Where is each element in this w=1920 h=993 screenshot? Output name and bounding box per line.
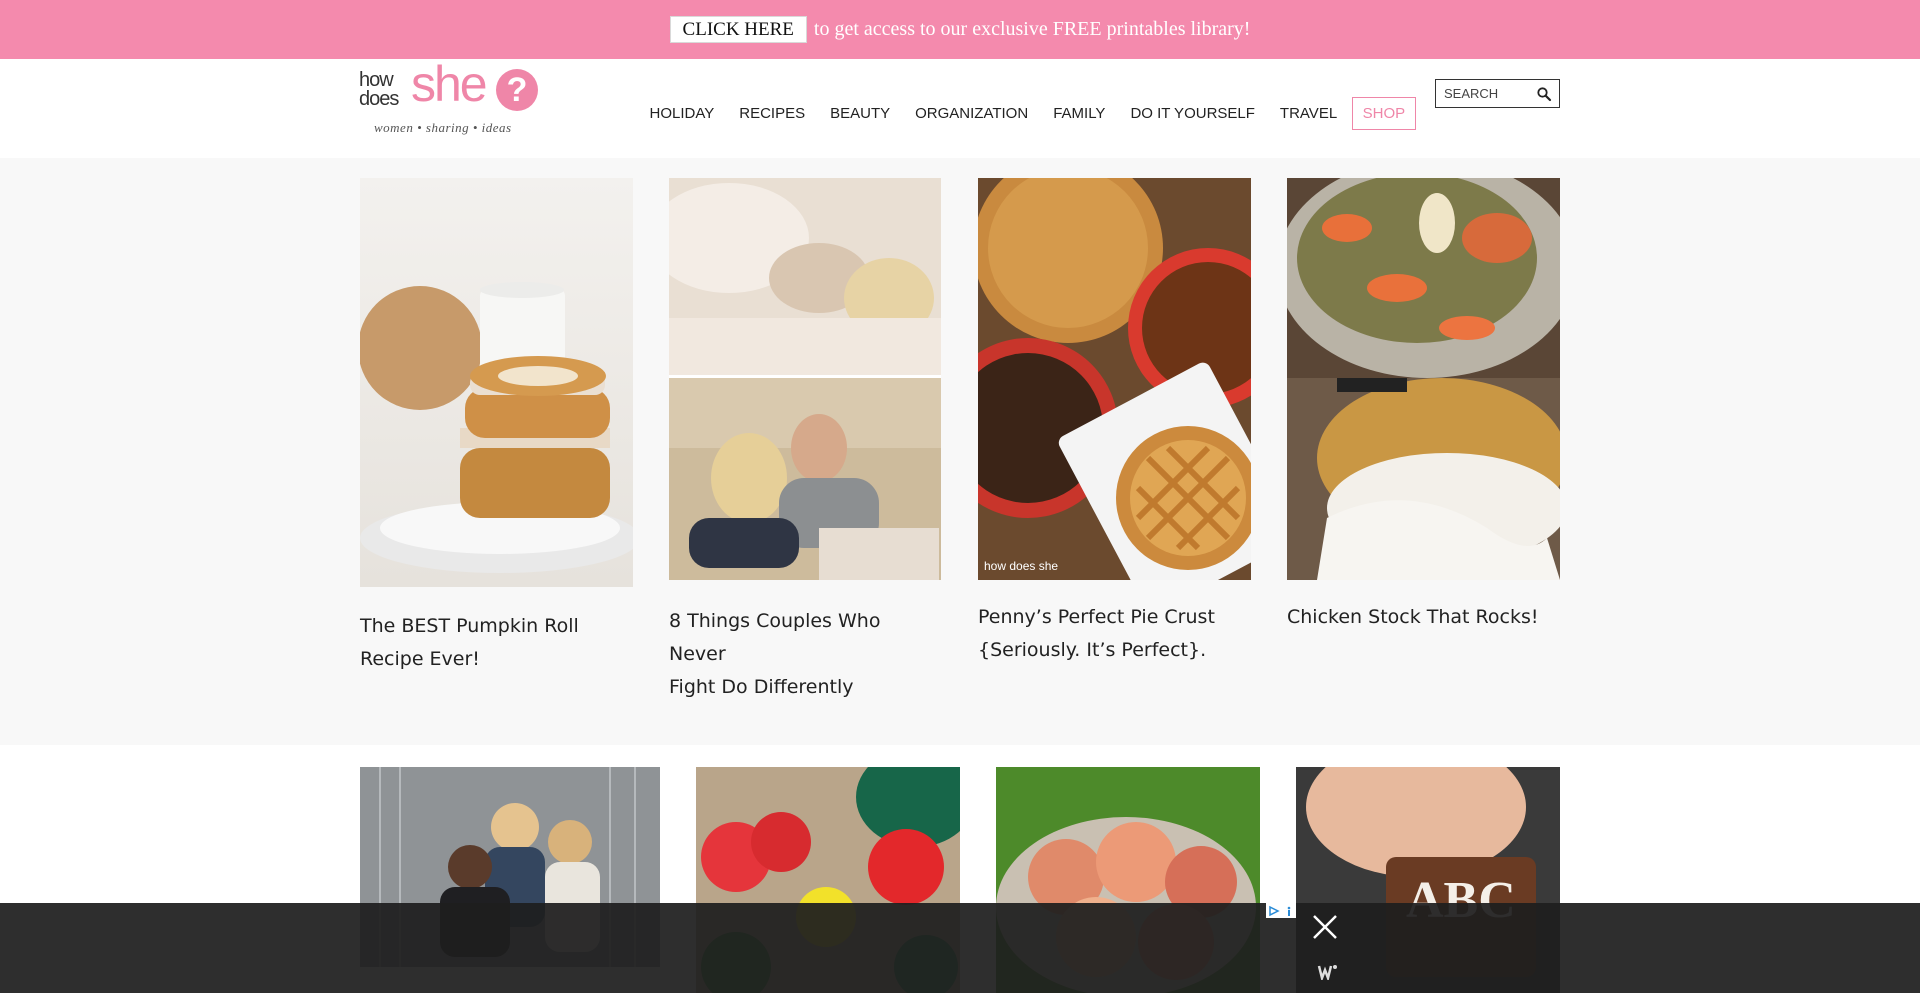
nav-holiday[interactable]: HOLIDAY bbox=[637, 105, 727, 122]
post-image[interactable] bbox=[669, 178, 941, 580]
promo-text: to get access to our exclusive FREE prin… bbox=[813, 18, 1251, 40]
logo-tagline: women • sharing • ideas bbox=[374, 120, 512, 135]
nav-organization[interactable]: ORGANIZATION bbox=[903, 105, 1041, 122]
logo-text: how does bbox=[359, 69, 399, 110]
close-icon[interactable] bbox=[1311, 913, 1339, 941]
post-card[interactable]: how does she Penny’s Perfect Pie Crust {… bbox=[978, 178, 1251, 678]
logo-brand: she bbox=[411, 56, 488, 112]
ad-network-logo-icon bbox=[1317, 965, 1337, 980]
promo-banner: CLICK HERE to get access to our exclusiv… bbox=[0, 0, 1920, 59]
site-header: how does she ? women • sharing • ideas H… bbox=[0, 59, 1920, 158]
post-card[interactable]: Chicken Stock That Rocks! bbox=[1287, 178, 1560, 678]
nav-shop-button[interactable]: SHOP bbox=[1351, 96, 1417, 130]
main-nav: HOLIDAY RECIPES BEAUTY ORGANIZATION FAMI… bbox=[637, 96, 1417, 130]
nav-do-it-yourself[interactable]: DO IT YOURSELF bbox=[1118, 105, 1267, 122]
nav-travel[interactable]: TRAVEL bbox=[1267, 105, 1349, 122]
search-icon[interactable] bbox=[1536, 86, 1552, 102]
featured-posts bbox=[0, 158, 1920, 745]
search-input[interactable] bbox=[1444, 86, 1534, 101]
post-image[interactable] bbox=[1287, 178, 1560, 580]
post-card[interactable]: The BEST Pumpkin Roll Recipe Ever! bbox=[360, 178, 633, 678]
post-image[interactable]: how does she bbox=[978, 178, 1251, 580]
nav-recipes[interactable]: RECIPES bbox=[727, 105, 818, 122]
post-title[interactable]: Penny’s Perfect Pie Crust {Seriously. It… bbox=[978, 601, 1215, 667]
nav-beauty[interactable]: BEAUTY bbox=[818, 105, 903, 122]
post-image[interactable] bbox=[360, 178, 633, 587]
nav-family[interactable]: FAMILY bbox=[1041, 105, 1118, 122]
ad-choices-icon[interactable] bbox=[1266, 903, 1296, 918]
question-mark-icon: ? bbox=[496, 69, 538, 111]
post-title[interactable]: 8 Things Couples Who Never Fight Do Diff… bbox=[669, 605, 942, 704]
site-logo[interactable]: how does she ? women • sharing • ideas bbox=[359, 59, 544, 135]
image-watermark: how does she bbox=[984, 559, 1058, 573]
post-card[interactable]: 8 Things Couples Who Never Fight Do Diff… bbox=[669, 178, 942, 698]
click-here-button[interactable]: CLICK HERE bbox=[669, 16, 807, 43]
ad-overlay bbox=[0, 903, 1920, 993]
search-box bbox=[1435, 79, 1560, 108]
post-title[interactable]: The BEST Pumpkin Roll Recipe Ever! bbox=[360, 610, 579, 676]
post-title[interactable]: Chicken Stock That Rocks! bbox=[1287, 601, 1538, 634]
